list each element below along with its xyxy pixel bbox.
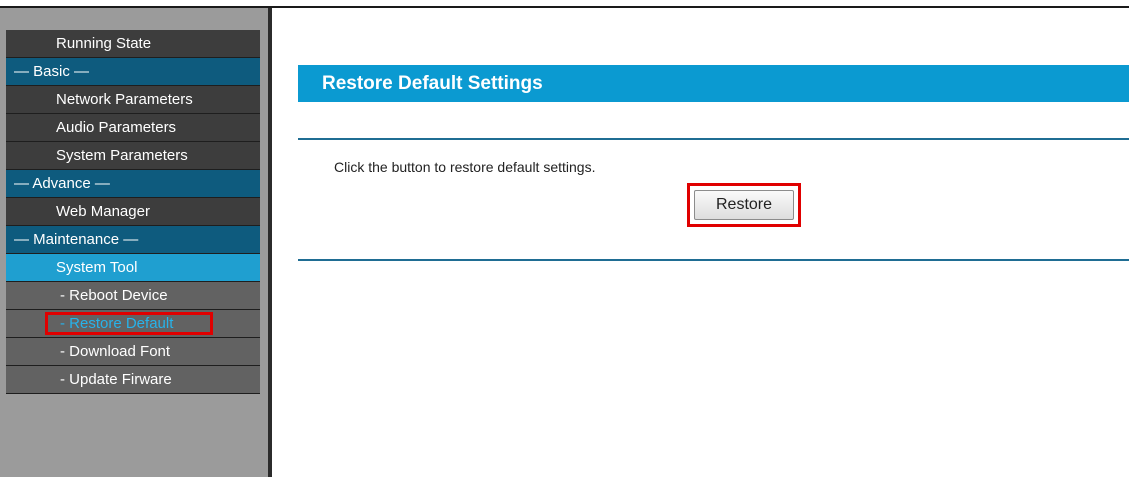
page-title: Restore Default Settings xyxy=(298,65,1129,102)
sidebar-item-system-tool[interactable]: System Tool xyxy=(6,254,260,282)
sidebar-item-network-parameters[interactable]: Network Parameters xyxy=(6,86,260,114)
sidebar-section-advance: — Advance — xyxy=(6,170,260,198)
restore-button[interactable]: Restore xyxy=(694,190,794,220)
sidebar-section-maintenance: — Maintenance — xyxy=(6,226,260,254)
sidebar-item-system-parameters[interactable]: System Parameters xyxy=(6,142,260,170)
sidebar-item-running-state[interactable]: Running State xyxy=(6,30,260,58)
sidebar-menu: Running State — Basic — Network Paramete… xyxy=(6,30,260,394)
restore-default-highlight-box xyxy=(45,312,213,335)
sidebar-item-web-manager[interactable]: Web Manager xyxy=(6,198,260,226)
sidebar-subitem-reboot-device[interactable]: - Reboot Device xyxy=(6,282,260,310)
top-border xyxy=(0,0,1129,8)
sidebar-section-basic: — Basic — xyxy=(6,58,260,86)
sidebar-divider xyxy=(268,8,272,477)
sidebar-subitem-download-font[interactable]: - Download Font xyxy=(6,338,260,366)
divider-bottom xyxy=(298,259,1129,261)
divider-top xyxy=(298,138,1129,140)
sidebar-item-audio-parameters[interactable]: Audio Parameters xyxy=(6,114,260,142)
restore-description: Click the button to restore default sett… xyxy=(334,159,596,175)
sidebar-subitem-update-firware[interactable]: - Update Firware xyxy=(6,366,260,394)
sidebar-subitem-restore-default[interactable]: - Restore Default xyxy=(6,310,260,338)
main-content: Restore Default Settings Click the butto… xyxy=(298,8,1129,477)
